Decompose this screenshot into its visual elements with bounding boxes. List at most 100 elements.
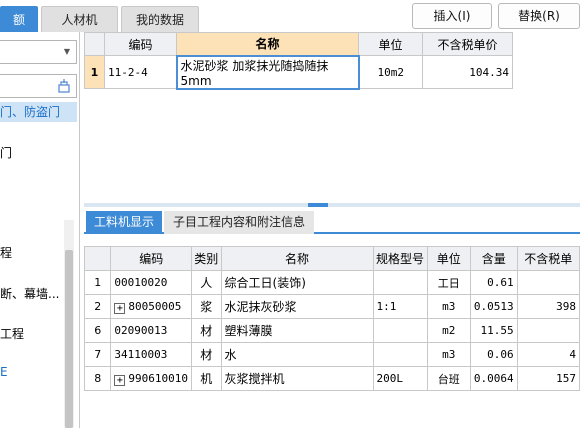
locate-icon[interactable] <box>56 78 72 94</box>
cell-code-text: 00010020 <box>114 276 168 289</box>
header-qty[interactable]: 含量 <box>469 246 518 271</box>
cell-code[interactable]: 02090013 <box>110 318 193 343</box>
cell-type[interactable]: 材 <box>191 342 222 367</box>
lower-tab-bar: 工料机显示 子目工程内容和附注信息 <box>84 208 580 234</box>
cell-unit-text: 台班 <box>437 372 460 386</box>
header-name[interactable]: 名称 <box>176 32 359 56</box>
tab-labor-material-machine[interactable]: 人材机 <box>41 6 118 32</box>
table-row[interactable]: 7 34110003 材水 m3 0.06 4 <box>84 342 580 367</box>
cell-unit[interactable]: 工日 <box>426 270 471 295</box>
header-code[interactable]: 编码 <box>110 246 193 271</box>
splitter-grip[interactable] <box>308 203 328 207</box>
insert-button[interactable]: 插入(I) <box>412 3 492 29</box>
cell-spec[interactable]: 1:1 <box>372 294 428 319</box>
cell-code[interactable]: +990610010 <box>110 366 193 391</box>
cell-qty-text: 0.61 <box>487 276 514 289</box>
cell-qty[interactable]: 0.0064 <box>469 366 518 391</box>
expand-icon[interactable]: + <box>114 302 126 314</box>
table-header-row: 编码 名称 单位 不含税单价 <box>84 32 513 56</box>
cell-unit[interactable]: 台班 <box>426 366 471 391</box>
cell-qty[interactable]: 0.06 <box>469 342 518 367</box>
tree-item-door[interactable]: 门 <box>0 144 12 161</box>
cell-code[interactable]: 00010020 <box>110 270 193 295</box>
cell-type[interactable]: 材 <box>191 318 222 343</box>
cell-code[interactable]: 11-2-4 <box>104 55 177 89</box>
cell-spec[interactable] <box>372 318 428 343</box>
cell-spec[interactable]: 200L <box>372 366 428 391</box>
row-number-text: 8 <box>94 372 102 385</box>
cell-name[interactable]: 综合工日(装饰) <box>220 270 374 295</box>
cell-unit[interactable]: m2 <box>426 318 471 343</box>
header-rownum <box>84 32 105 56</box>
table-row[interactable]: 6 02090013 材塑料薄膜 m2 11.55 <box>84 318 580 343</box>
cell-code[interactable]: 34110003 <box>110 342 193 367</box>
cell-type-text: 浆 <box>200 300 213 314</box>
cell-unit[interactable]: m3 <box>426 294 471 319</box>
cell-name-text: 灰浆搅拌机 <box>224 372 285 386</box>
tab-material-display[interactable]: 工料机显示 <box>86 211 162 234</box>
tab-my-data[interactable]: 我的数据 <box>121 6 199 32</box>
cell-type-text: 机 <box>200 372 213 386</box>
tab-work-content-notes[interactable]: 子目工程内容和附注信息 <box>164 211 314 234</box>
header-price[interactable]: 不含税单 <box>516 246 580 271</box>
cell-type[interactable]: 机 <box>191 366 222 391</box>
cell-price[interactable] <box>516 318 580 343</box>
cell-code[interactable]: +80050005 <box>110 294 193 319</box>
cell-qty[interactable]: 11.55 <box>469 318 518 343</box>
header-name[interactable]: 名称 <box>220 246 374 271</box>
header-type[interactable]: 类别 <box>191 246 222 271</box>
header-unit[interactable]: 单位 <box>358 32 423 56</box>
header-code[interactable]: 编码 <box>104 32 177 56</box>
cell-price[interactable]: 104.34 <box>422 55 513 89</box>
cell-qty-text: 0.06 <box>487 348 514 361</box>
cell-price[interactable]: 4 <box>516 342 580 367</box>
cell-name[interactable]: 水泥抹灰砂浆 <box>220 294 374 319</box>
table-row[interactable]: 1 11-2-4 水泥砂浆 加浆抹光随捣随抹5mm 10m2 104.34 <box>84 54 513 90</box>
search-input[interactable] <box>0 74 77 98</box>
tree-item-last[interactable]: E <box>0 365 8 379</box>
tree-item-partition-curtain-wall[interactable]: 断、幕墙... <box>0 285 59 302</box>
cell-name[interactable]: 水 <box>220 342 374 367</box>
header-price[interactable]: 不含税单价 <box>422 32 513 56</box>
tree-item-engineering[interactable]: 程 <box>0 244 12 261</box>
quota-grid-area: 编码 名称 单位 不含税单价 1 11-2-4 水泥砂浆 加浆抹光随捣随抹5mm… <box>84 32 580 204</box>
header-unit[interactable]: 单位 <box>426 246 471 271</box>
cell-unit[interactable]: 10m2 <box>358 55 423 89</box>
row-number-text: 7 <box>94 348 102 361</box>
cell-name[interactable]: 灰浆搅拌机 <box>220 366 374 391</box>
cell-qty[interactable]: 0.0513 <box>469 294 518 319</box>
row-number: 2 <box>84 294 112 319</box>
cell-qty-text: 0.0064 <box>473 372 514 385</box>
tree-item-security-door[interactable]: 门、防盗门 <box>0 102 77 122</box>
table-row[interactable]: 8 +990610010 机灰浆搅拌机 200L 台班 0.0064 157 <box>84 366 580 391</box>
cell-name-text: 水 <box>224 348 237 362</box>
cell-spec[interactable] <box>372 342 428 367</box>
cell-type[interactable]: 浆 <box>191 294 222 319</box>
replace-button[interactable]: 替换(R) <box>498 3 580 29</box>
row-number-text: 2 <box>94 300 102 313</box>
cell-price[interactable] <box>516 270 580 295</box>
cell-spec[interactable] <box>372 270 428 295</box>
cell-name[interactable]: 塑料薄膜 <box>220 318 374 343</box>
top-tab-bar: 额 人材机 我的数据 插入(I) 替换(R) <box>0 0 580 32</box>
tree-item-works[interactable]: 工程 <box>0 325 24 342</box>
cell-qty[interactable]: 0.61 <box>469 270 518 295</box>
cell-spec-text: 1:1 <box>376 300 397 313</box>
panel-splitter[interactable] <box>84 203 580 207</box>
left-tree-panel: ▼ 门、防盗门 门 程 断、幕墙... 工程 E <box>0 32 80 428</box>
cell-unit[interactable]: m3 <box>426 342 471 367</box>
tab-quota[interactable]: 额 <box>0 6 38 32</box>
left-scrollbar[interactable] <box>64 220 74 428</box>
header-spec[interactable]: 规格型号 <box>372 246 428 271</box>
cell-price[interactable]: 398 <box>516 294 580 319</box>
cell-type[interactable]: 人 <box>191 270 222 295</box>
scrollbar-thumb[interactable] <box>65 250 73 428</box>
table-row[interactable]: 2 +80050005 浆水泥抹灰砂浆 1:1 m3 0.0513 398 <box>84 294 580 319</box>
category-dropdown[interactable]: ▼ <box>0 40 77 64</box>
cell-name[interactable]: 水泥砂浆 加浆抹光随捣随抹5mm <box>175 54 360 90</box>
table-row[interactable]: 1 00010020 人综合工日(装饰) 工日 0.61 <box>84 270 580 295</box>
quota-table: 编码 名称 单位 不含税单价 1 11-2-4 水泥砂浆 加浆抹光随捣随抹5mm… <box>84 32 513 90</box>
row-number-text: 1 <box>94 276 102 289</box>
cell-price[interactable]: 157 <box>516 366 580 391</box>
expand-icon[interactable]: + <box>114 374 126 386</box>
